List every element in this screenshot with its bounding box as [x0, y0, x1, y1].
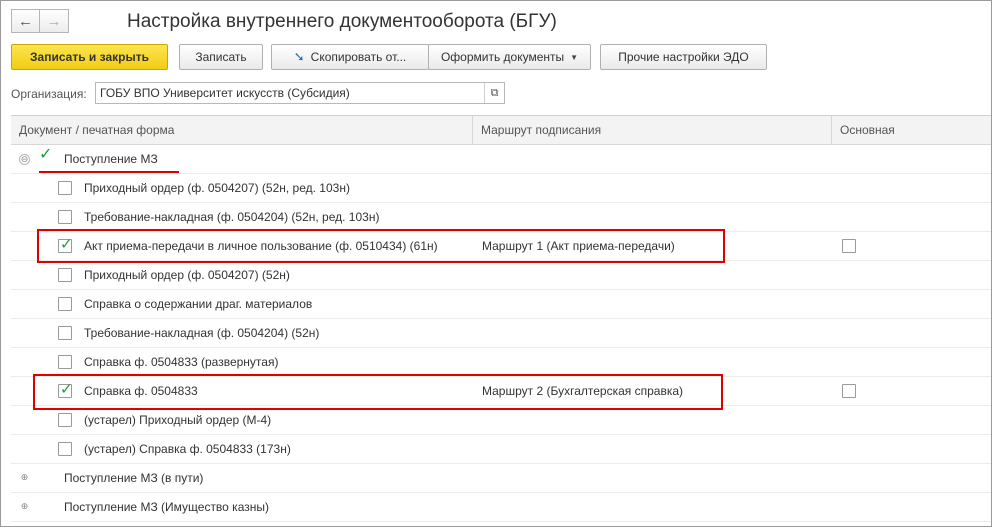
table-row[interactable]: Справка ф. 0504833 (развернутая): [11, 348, 991, 377]
group-row[interactable]: ⊖ ✓ Поступление МЗ: [11, 145, 991, 174]
organization-label: Организация:: [11, 87, 87, 101]
red-underline: [39, 171, 179, 173]
group-row[interactable]: ⊕ Поступление МЗ (Имущество казны): [11, 493, 991, 522]
group-label: Поступление МЗ (в пути): [64, 471, 204, 485]
save-label: Записать: [195, 50, 247, 64]
issue-documents-dropdown[interactable]: Оформить документы ▼: [428, 44, 591, 70]
table-row[interactable]: Требование-накладная (ф. 0504204) (52н): [11, 319, 991, 348]
forward-button[interactable]: →: [40, 9, 69, 33]
copy-arrow-icon: ➘: [293, 49, 305, 64]
main-checkbox[interactable]: [842, 384, 856, 398]
main-checkbox[interactable]: [842, 239, 856, 253]
check-icon: ✓: [39, 146, 53, 163]
row-checkbox[interactable]: [58, 326, 72, 340]
group-label: Поступление МЗ: [64, 152, 158, 166]
column-header-document[interactable]: Документ / печатная форма: [11, 116, 473, 145]
row-checkbox[interactable]: [58, 355, 72, 369]
documents-table: Документ / печатная форма Маршрут подпис…: [11, 115, 991, 526]
table-row[interactable]: Приходный ордер (ф. 0504207) (52н, ред. …: [11, 174, 991, 203]
document-name: Требование-накладная (ф. 0504204) (52н): [84, 326, 320, 340]
arrow-left-icon: ←: [18, 12, 33, 30]
other-edo-settings-button[interactable]: Прочие настройки ЭДО: [600, 44, 767, 70]
settings-window: ← → Настройка внутреннего документооборо…: [0, 0, 992, 527]
save-and-close-button[interactable]: Записать и закрыть: [11, 44, 168, 70]
highlight-box-certificate: [33, 374, 723, 410]
document-name: Справка о содержании драг. материалов: [84, 297, 313, 311]
table-row[interactable]: (устарел) Справка ф. 0504833 (173н): [11, 435, 991, 464]
group-row[interactable]: ⊕ Поступление МЗ (в пути): [11, 464, 991, 493]
highlight-box-act: [37, 229, 725, 263]
row-checkbox[interactable]: [58, 210, 72, 224]
row-checkbox[interactable]: [58, 297, 72, 311]
group-label: Поступление МЗ (Имущество казны): [64, 500, 269, 514]
organization-field[interactable]: ГОБУ ВПО Университет искусств (Субсидия)…: [95, 82, 505, 104]
issue-documents-label: Оформить документы: [440, 50, 565, 64]
nav-buttons: ← →: [11, 9, 69, 33]
table-row[interactable]: Приходный ордер (ф. 0504207) (52н): [11, 261, 991, 290]
arrow-right-icon: →: [46, 12, 62, 30]
table-row[interactable]: Справка о содержании драг. материалов: [11, 290, 991, 319]
table-row[interactable]: Требование-накладная (ф. 0504204) (52н, …: [11, 203, 991, 232]
expand-icon[interactable]: ⊕: [19, 473, 30, 484]
row-checkbox[interactable]: [58, 442, 72, 456]
document-name: (устарел) Приходный ордер (М-4): [84, 413, 272, 427]
row-checkbox[interactable]: [58, 181, 72, 195]
document-name: Приходный ордер (ф. 0504207) (52н, ред. …: [84, 181, 350, 195]
document-name: (устарел) Справка ф. 0504833 (173н): [84, 442, 291, 456]
collapse-icon[interactable]: ⊖: [19, 154, 30, 165]
column-header-route[interactable]: Маршрут подписания: [473, 116, 832, 145]
document-name: Справка ф. 0504833 (развернутая): [84, 355, 279, 369]
row-checkbox[interactable]: [58, 268, 72, 282]
row-checkbox[interactable]: [58, 413, 72, 427]
page-title: Настройка внутреннего документооборота (…: [127, 11, 557, 32]
copy-from-label: Скопировать от...: [310, 50, 407, 64]
copy-from-button[interactable]: ➘ Скопировать от...: [271, 44, 429, 70]
document-name: Требование-накладная (ф. 0504204) (52н, …: [84, 210, 380, 224]
save-button[interactable]: Записать: [179, 44, 263, 70]
chevron-down-icon: ▼: [570, 52, 579, 62]
expand-icon[interactable]: ⊕: [19, 502, 30, 513]
table-row[interactable]: (устарел) Приходный ордер (М-4): [11, 406, 991, 435]
column-header-main[interactable]: Основная: [832, 116, 991, 145]
save-and-close-label: Записать и закрыть: [30, 50, 149, 64]
document-name: Приходный ордер (ф. 0504207) (52н): [84, 268, 290, 282]
back-button[interactable]: ←: [11, 9, 40, 33]
organization-value: ГОБУ ВПО Университет искусств (Субсидия): [100, 86, 350, 100]
table-header: Документ / печатная форма Маршрут подпис…: [11, 116, 991, 145]
other-edo-settings-label: Прочие настройки ЭДО: [618, 50, 749, 64]
open-icon[interactable]: ⧉: [484, 83, 504, 103]
